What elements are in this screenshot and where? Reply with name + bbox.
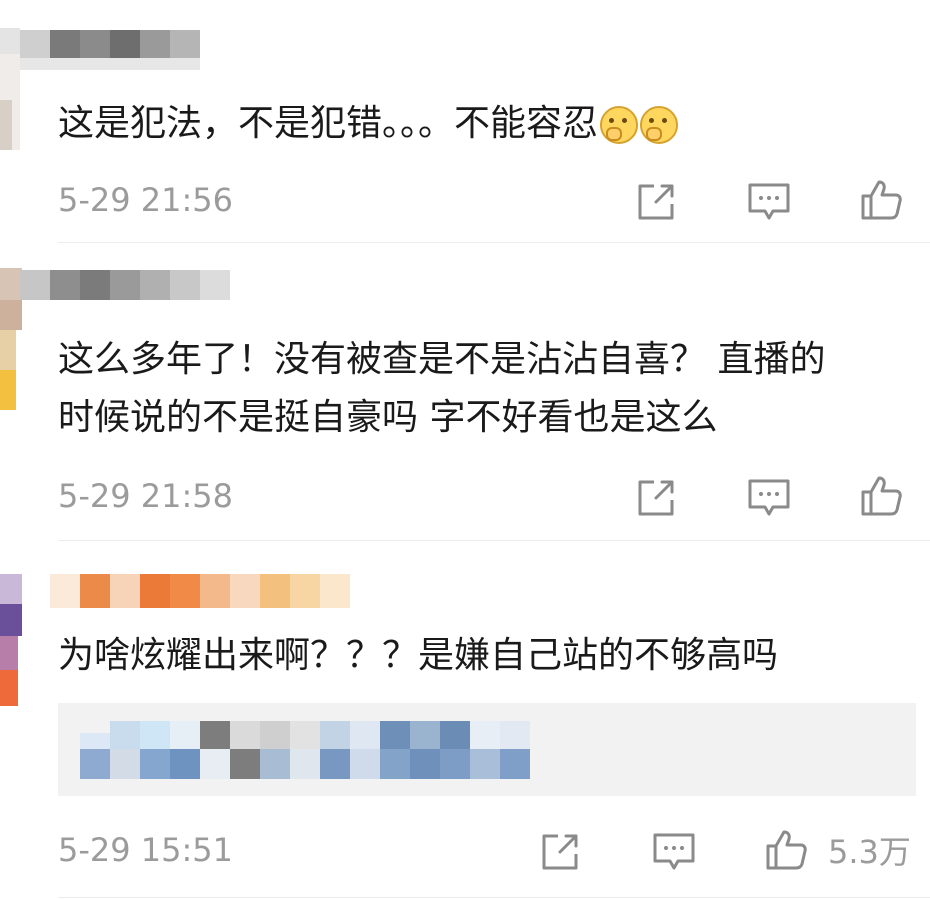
like-count: 5.3万 bbox=[828, 833, 911, 871]
comment-icon[interactable] bbox=[745, 178, 793, 226]
comment-text: 这么多年了！没有被查是不是沾沾自喜？ 直播的 时候说的不是挺自豪吗 字不好看也是… bbox=[58, 338, 825, 440]
comment-time: 5-29 21:56 bbox=[58, 181, 234, 219]
comment-icon[interactable] bbox=[745, 474, 793, 522]
like-button[interactable]: 5.3万 bbox=[762, 826, 911, 874]
comment-time: 5-29 15:51 bbox=[58, 831, 234, 869]
comment-text: 这是犯法，不是犯错。。。不能容忍 bbox=[58, 102, 679, 146]
comment-time: 5-29 21:58 bbox=[58, 477, 234, 515]
comment-text-line: 时候说的不是挺自豪吗 字不好看也是这么 bbox=[58, 397, 718, 438]
hug-emoji-icon bbox=[600, 106, 639, 144]
divider bbox=[58, 897, 930, 898]
comment-text-line: 这么多年了！没有被查是不是沾沾自喜？ 直播的 bbox=[58, 339, 826, 380]
divider bbox=[58, 242, 930, 243]
comment-text: 为啥炫耀出来啊？？？是嫌自己站的不够高吗 bbox=[58, 635, 779, 676]
share-icon[interactable] bbox=[632, 178, 680, 226]
comment-text-content: 这是犯法，不是犯错。。。不能容忍 bbox=[58, 103, 599, 144]
reply-preview-box[interactable] bbox=[58, 703, 916, 796]
share-icon[interactable] bbox=[632, 474, 680, 522]
thumbs-up-icon[interactable] bbox=[857, 472, 905, 520]
divider bbox=[58, 540, 930, 541]
share-icon[interactable] bbox=[536, 828, 584, 876]
thumbs-up-icon[interactable] bbox=[857, 176, 905, 224]
thumbs-up-icon bbox=[766, 830, 807, 870]
hug-emoji-icon bbox=[640, 106, 679, 144]
comment-icon[interactable] bbox=[650, 828, 698, 876]
